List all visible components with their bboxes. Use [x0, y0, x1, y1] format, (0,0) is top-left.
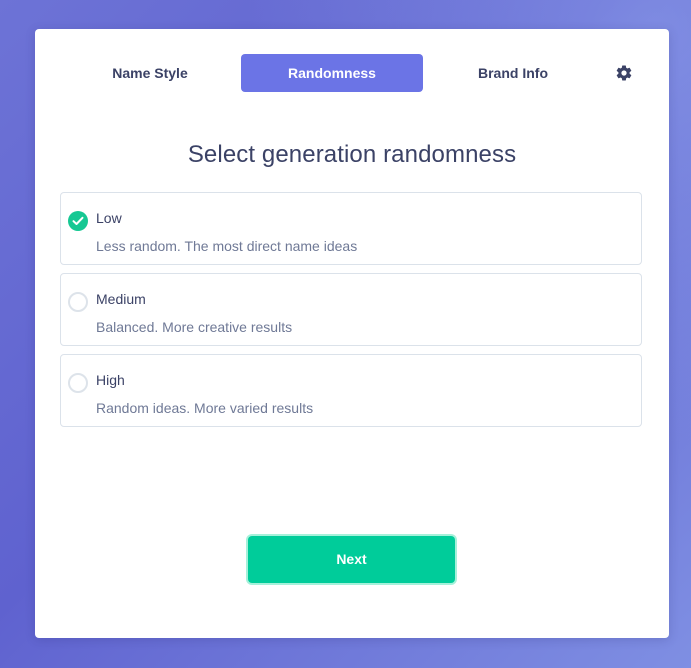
option-label: Low: [96, 210, 122, 226]
randomness-card: Name Style Randomness Brand Info Select …: [35, 29, 669, 638]
option-description: Random ideas. More varied results: [96, 400, 314, 416]
option-high[interactable]: High Random ideas. More varied results: [60, 354, 642, 427]
radio-icon[interactable]: [68, 373, 88, 393]
tab-bar: Name Style Randomness Brand Info: [35, 54, 669, 92]
tab-name-style[interactable]: Name Style: [59, 54, 241, 92]
next-button[interactable]: Next: [248, 536, 455, 583]
check-icon[interactable]: [68, 211, 88, 231]
page-title: Select generation randomness: [187, 141, 517, 168]
option-label: Medium: [96, 291, 146, 307]
tab-randomness[interactable]: Randomness: [241, 54, 423, 92]
option-low[interactable]: Low Less random. The most direct name id…: [60, 192, 642, 265]
option-medium[interactable]: Medium Balanced. More creative results: [60, 273, 642, 346]
tab-brand-info[interactable]: Brand Info: [422, 54, 604, 92]
gear-icon[interactable]: [615, 64, 633, 82]
option-description: Less random. The most direct name ideas: [96, 238, 358, 254]
option-description: Balanced. More creative results: [96, 319, 293, 335]
radio-icon[interactable]: [68, 292, 88, 312]
option-label: High: [96, 372, 125, 388]
